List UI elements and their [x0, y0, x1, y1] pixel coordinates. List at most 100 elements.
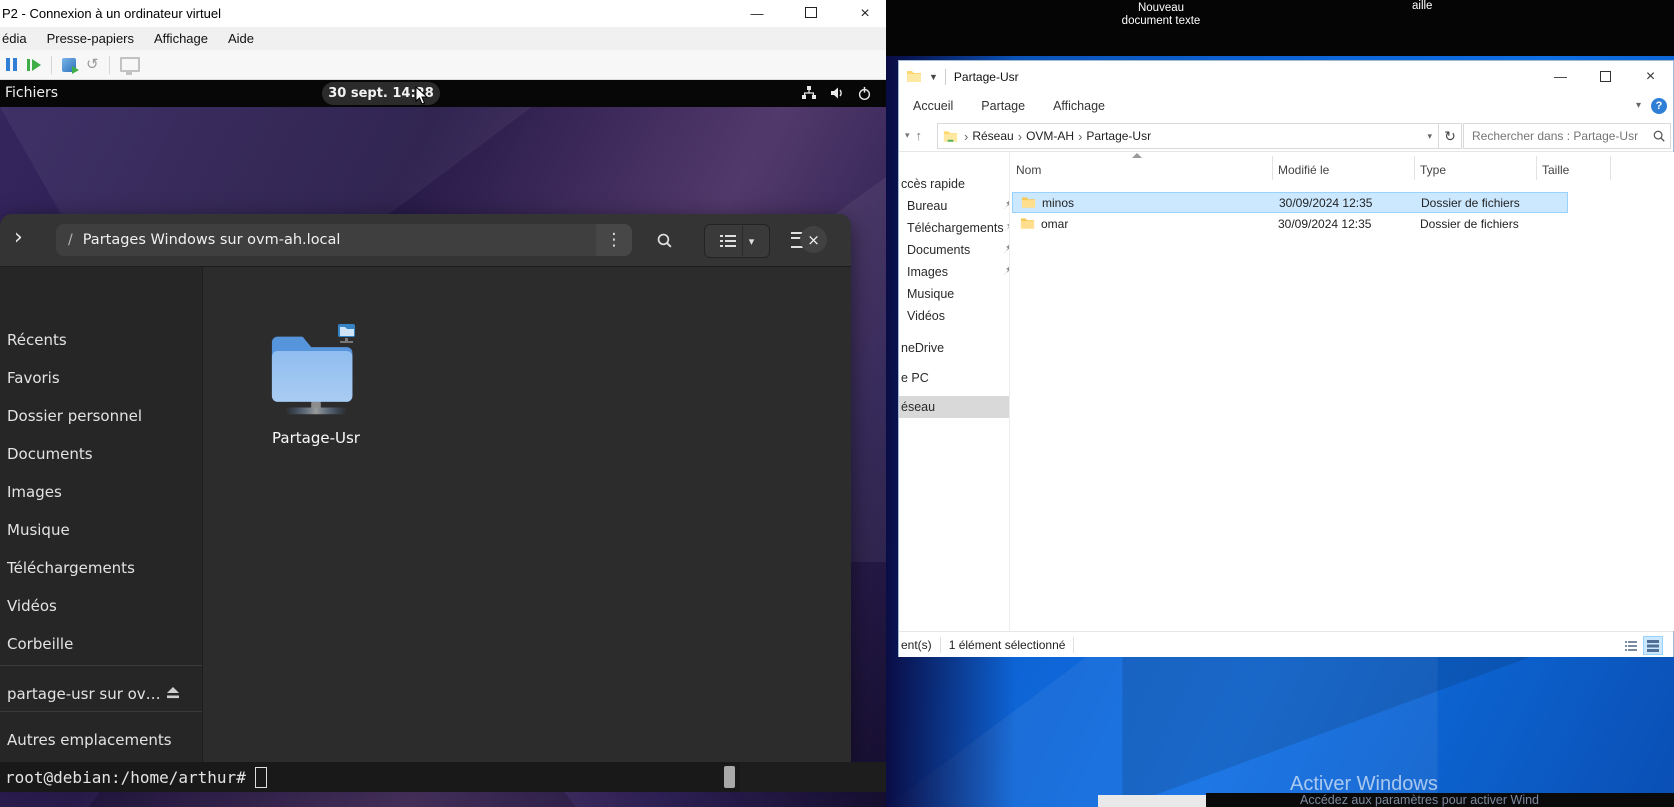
gnome-app-menu[interactable]: Fichiers [5, 85, 58, 101]
address-history-caret-icon[interactable]: ▾ [1427, 131, 1438, 142]
folder-tile-label: Partage-Usr [251, 429, 381, 447]
search-button[interactable] [648, 224, 680, 256]
terminal-edge [740, 762, 886, 792]
revert-icon[interactable]: ↺ [86, 57, 99, 72]
tab-accueil[interactable]: Accueil [899, 99, 967, 113]
file-row-omar[interactable]: omar 30/09/2024 12:35 Dossier de fichier… [1012, 213, 1568, 234]
status-selection: 1 élément sélectionné [949, 638, 1066, 652]
toolbar-separator [51, 56, 52, 74]
desktop-icon-label[interactable]: Nouveau document texte [1096, 2, 1226, 28]
vm-titlebar: P2 - Connexion à un ordinateur virtuel —… [0, 0, 886, 27]
help-icon[interactable]: ? [1651, 98, 1667, 114]
view-toggle-group[interactable]: ▾ [704, 224, 770, 258]
view-options-caret-icon: ▾ [749, 235, 755, 248]
files-close-button[interactable]: × [800, 226, 827, 253]
menu-view[interactable]: Affichage [144, 31, 218, 46]
menu-clipboard[interactable]: Presse-papiers [37, 31, 144, 46]
sidebar-quick-access[interactable]: ccès rapide [899, 174, 1011, 194]
list-view-button[interactable] [1621, 636, 1641, 655]
details-view-button[interactable] [1643, 636, 1663, 655]
explorer-window: ▼ Partage-Usr — × Accueil Partage Affich… [898, 60, 1674, 657]
sidebar-telechargements[interactable]: Téléchargements [899, 218, 1017, 238]
explorer-window-title: Partage-Usr [954, 70, 1019, 84]
menu-help[interactable]: Aide [218, 31, 264, 46]
refresh-icon[interactable]: ↻ [1439, 123, 1462, 149]
search-icon [656, 232, 673, 249]
sidebar-item-mount[interactable]: partage-usr sur ov… [0, 679, 202, 709]
tab-affichage[interactable]: Affichage [1039, 99, 1119, 113]
list-view-icon [1625, 640, 1637, 652]
sidebar-item-recents[interactable]: Récents [0, 325, 202, 355]
sidebar-item-favoris[interactable]: Favoris [0, 363, 202, 393]
sidebar-documents[interactable]: Documents [899, 240, 1017, 260]
sidebar-images[interactable]: Images [899, 262, 1017, 282]
background-text-fragment: aille [1412, 0, 1432, 12]
column-header-type[interactable]: Type [1420, 160, 1446, 180]
explorer-folder-icon [906, 70, 922, 83]
up-arrow-icon[interactable]: ↑ [916, 128, 923, 143]
sidebar-network[interactable]: éseau [899, 396, 1011, 418]
checkpoint-icon[interactable] [62, 58, 76, 72]
address-bar[interactable]: › Réseau › OVM-AH › Partage-Usr ▾ [937, 123, 1439, 149]
explorer-maximize-button[interactable] [1583, 61, 1628, 92]
explorer-sidebar: ccès rapide Bureau Téléchargements Docum… [899, 152, 1009, 631]
enhanced-session-icon[interactable] [120, 57, 140, 72]
sidebar-item-musique[interactable]: Musique [0, 515, 202, 545]
pause-icon[interactable] [6, 58, 17, 71]
sidebar-item-images[interactable]: Images [0, 477, 202, 507]
screen: P2 - Connexion à un ordinateur virtuel —… [0, 0, 1674, 807]
qat-caret-icon[interactable]: ▼ [929, 72, 938, 82]
menu-media[interactable]: édia [0, 31, 37, 46]
column-header-modifie[interactable]: Modifié le [1278, 160, 1329, 180]
forward-chevron-icon[interactable]: › [14, 225, 23, 250]
sidebar-item-other-locations[interactable]: Autres emplacements [0, 725, 202, 755]
eject-icon[interactable] [166, 685, 180, 703]
explorer-close-button[interactable]: × [1628, 61, 1673, 92]
sidebar-bureau[interactable]: Bureau [899, 196, 1017, 216]
files-content-area: Partage-Usr [203, 267, 851, 762]
network-icon[interactable] [801, 85, 817, 101]
search-input[interactable] [1470, 128, 1652, 144]
breadcrumb-partage-usr[interactable]: Partage-Usr [1082, 129, 1155, 143]
sidebar-this-pc[interactable]: e PC [899, 368, 1011, 388]
column-header-taille[interactable]: Taille [1542, 160, 1569, 180]
files-sidebar: Récents Favoris Dossier personnel Docume… [0, 267, 203, 762]
sidebar-item-telechargements[interactable]: Téléchargements [0, 553, 202, 583]
file-row-minos[interactable]: minos 30/09/2024 12:35 Dossier de fichie… [1012, 192, 1568, 213]
search-icon[interactable] [1652, 129, 1666, 143]
sidebar-onedrive[interactable]: neDrive [899, 338, 1011, 358]
path-bar[interactable]: / Partages Windows sur ovm-ah.local ⋮ [56, 224, 632, 256]
folder-tile-partage-usr[interactable]: Partage-Usr [251, 327, 381, 447]
folder-icon [1020, 217, 1035, 230]
vm-maximize-button[interactable] [796, 6, 826, 21]
resume-icon[interactable] [27, 59, 41, 71]
vm-close-button[interactable]: × [850, 5, 880, 23]
activate-windows-subtext: Accédez aux paramètres pour activer Wind [1206, 793, 1674, 807]
vm-minimize-button[interactable]: — [742, 6, 772, 21]
sidebar-item-home[interactable]: Dossier personnel [0, 401, 202, 431]
location-menu-button[interactable]: ⋮ [596, 224, 632, 256]
breadcrumb-reseau[interactable]: Réseau [968, 129, 1017, 143]
power-icon[interactable] [857, 86, 872, 101]
column-header-nom[interactable]: Nom [1016, 160, 1041, 180]
terminal-window[interactable]: root@debian:/home/arthur# [0, 762, 740, 792]
ribbon-collapse-caret-icon[interactable]: ▾ [1636, 100, 1641, 111]
volume-icon[interactable] [829, 85, 845, 101]
windows-top-region [886, 0, 1674, 56]
terminal-scrollbar[interactable] [724, 766, 735, 788]
sidebar-item-documents[interactable]: Documents [0, 439, 202, 469]
ribbon-tabs: Accueil Partage Affichage [899, 92, 1673, 120]
nav-dropdown-caret-icon[interactable]: ▾ [905, 130, 910, 141]
search-field[interactable] [1463, 123, 1671, 149]
vm-connection-window: P2 - Connexion à un ordinateur virtuel —… [0, 0, 886, 807]
sidebar-musique[interactable]: Musique [899, 284, 1017, 304]
breadcrumb-ovm-ah[interactable]: OVM-AH [1022, 129, 1078, 143]
sort-ascending-icon[interactable] [1132, 153, 1142, 158]
sidebar-item-videos[interactable]: Vidéos [0, 591, 202, 621]
sidebar-divider [0, 711, 202, 712]
explorer-minimize-button[interactable]: — [1538, 61, 1583, 92]
tab-partage[interactable]: Partage [967, 99, 1039, 113]
files-window: › / Partages Windows sur ovm-ah.local ⋮ … [0, 214, 851, 762]
sidebar-item-corbeille[interactable]: Corbeille [0, 629, 202, 659]
sidebar-videos[interactable]: Vidéos [899, 306, 1017, 326]
